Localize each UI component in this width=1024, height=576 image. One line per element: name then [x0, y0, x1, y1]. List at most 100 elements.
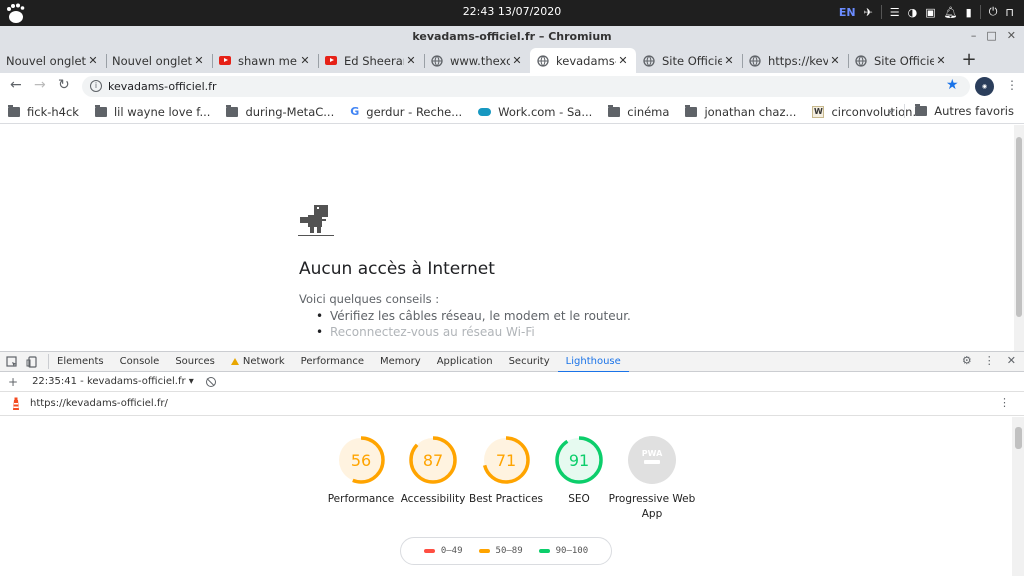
tab-close-icon[interactable]: ✕: [192, 54, 206, 67]
legend-swatch: [478, 549, 490, 553]
gauge-ring: 87: [409, 436, 457, 484]
profile-avatar[interactable]: ◉: [975, 77, 994, 96]
inspect-element-icon[interactable]: [6, 355, 18, 368]
report-url-bar: https://kevadams-officiel.fr/ ⋮: [0, 392, 1024, 416]
tab-close-icon[interactable]: ✕: [298, 54, 312, 67]
report-select[interactable]: 22:35:41 - kevadams-officiel.fr ▾: [32, 376, 194, 387]
other-bookmarks-label: Autres favoris: [934, 104, 1014, 118]
back-arrow-icon[interactable]: ←: [10, 77, 22, 93]
system-top-bar: 22:43 13/07/2020 EN ✈ ☰ ◑ ▣ 🔔︎ ▮ ⏻ ⊓: [0, 0, 1024, 26]
keyboard-layout[interactable]: EN: [839, 6, 856, 19]
notification-bell-icon[interactable]: 🔔︎: [944, 6, 958, 19]
error-tips-list: Vérifiez les câbles réseau, le modem et …: [316, 309, 631, 341]
bookmark-star-icon[interactable]: ★: [946, 77, 959, 93]
bookmark-item[interactable]: lil wayne love f...: [94, 104, 210, 119]
system-tray: EN ✈ ☰ ◑ ▣ 🔔︎ ▮ ⏻ ⊓: [839, 5, 1014, 19]
devtools-tab-lighthouse[interactable]: Lighthouse: [557, 352, 629, 373]
devtools-tab-label: Performance: [300, 355, 365, 367]
tab-close-icon[interactable]: ✕: [828, 54, 842, 67]
browser-tab[interactable]: www.thexc ✕: [424, 48, 530, 73]
battery-icon[interactable]: ▮: [966, 6, 972, 19]
bookmark-label: gerdur - Reche...: [366, 104, 463, 119]
forward-arrow-icon[interactable]: →: [34, 77, 46, 93]
page-scrollbar[interactable]: [1014, 125, 1024, 351]
folder-icon: [685, 104, 698, 117]
power-icon[interactable]: ⏻: [989, 5, 998, 19]
browser-tab[interactable]: Site Officiel ✕: [636, 48, 742, 73]
globe-icon: [430, 54, 444, 68]
folder-icon: [226, 104, 239, 117]
devtools-tab-security[interactable]: Security: [501, 352, 558, 372]
browser-menu-icon[interactable]: ⋮: [1006, 78, 1018, 92]
device-toolbar-icon[interactable]: [26, 355, 38, 368]
folder-icon: [608, 104, 621, 117]
bookmark-item[interactable]: cinéma: [608, 104, 669, 119]
devtools-settings-gear-icon[interactable]: ⚙: [962, 354, 972, 367]
tab-close-icon[interactable]: ✕: [722, 54, 736, 67]
tab-close-icon[interactable]: ✕: [404, 54, 418, 67]
network-off-icon[interactable]: ✈: [864, 6, 873, 19]
browser-tab[interactable]: https://kev ✕: [742, 48, 848, 73]
offline-dino-icon[interactable]: [298, 203, 334, 239]
browser-toolbar: ← → ↻ i kevadams-officiel.fr ★ ◉ ⋮: [0, 73, 1024, 100]
devtools-tab-network[interactable]: Network: [223, 352, 293, 372]
browser-tab[interactable]: Nouvel onglet ✕: [0, 48, 106, 73]
report-menu-icon[interactable]: ⋮: [999, 396, 1010, 409]
clear-reports-icon[interactable]: [205, 376, 216, 387]
page-scrollbar-thumb[interactable]: [1016, 137, 1022, 317]
devtools-tab-application[interactable]: Application: [429, 352, 501, 372]
other-bookmarks[interactable]: Autres favoris: [915, 104, 1014, 118]
youtube-icon: [218, 54, 232, 68]
devtools-tab-console[interactable]: Console: [112, 352, 168, 372]
minimize-icon[interactable]: –: [971, 29, 977, 42]
gauge-ring: 56: [337, 436, 385, 484]
bookmarks-more-chevron[interactable]: »: [887, 104, 894, 118]
tab-close-icon[interactable]: ✕: [510, 54, 524, 67]
devtools-close-icon[interactable]: ✕: [1007, 354, 1016, 367]
new-report-plus-icon[interactable]: +: [8, 375, 18, 389]
tab-title: Nouvel onglet: [112, 53, 192, 68]
reload-icon[interactable]: ↻: [58, 77, 70, 93]
devtools-tab-memory[interactable]: Memory: [372, 352, 429, 372]
page-content: Aucun accès à Internet Voici quelques co…: [0, 125, 1014, 351]
bookmark-item[interactable]: during-MetaC...: [226, 104, 334, 119]
site-info-icon[interactable]: i: [90, 80, 102, 92]
tab-close-icon[interactable]: ✕: [86, 54, 100, 67]
tab-title: https://kev: [768, 53, 828, 68]
browser-tab[interactable]: shawn mendes✕: [212, 48, 318, 73]
pwa-gauge[interactable]: PWA Progressive Web App: [607, 435, 697, 522]
maximize-icon[interactable]: □: [986, 29, 996, 42]
browser-tab[interactable]: Ed Sheeran ✕: [318, 48, 424, 73]
report-url[interactable]: https://kevadams-officiel.fr/: [30, 398, 168, 409]
bookmarks-bar: fick-h4ck lil wayne love f... during-MetaC…: [0, 100, 1024, 124]
address-bar[interactable]: i kevadams-officiel.fr: [82, 76, 970, 97]
close-window-icon[interactable]: ✕: [1007, 29, 1016, 42]
devtools-menu-icon[interactable]: ⋮: [984, 354, 995, 367]
browser-tab[interactable]: kevadams-o✕: [530, 48, 636, 73]
gauge-ring: 91: [555, 436, 603, 484]
bookmark-item[interactable]: jonathan chaz...: [685, 104, 796, 119]
bookmark-item[interactable]: fick-h4ck: [8, 104, 79, 119]
tab-close-icon[interactable]: ✕: [934, 54, 948, 67]
menu-lines-icon[interactable]: ☰: [890, 6, 900, 19]
monitor-icon[interactable]: ▣: [925, 6, 935, 19]
devtools-tab-label: Security: [508, 355, 550, 367]
night-light-icon[interactable]: ◑: [908, 6, 918, 19]
bookmark-item[interactable]: Ggerdur - Reche...: [350, 105, 462, 119]
report-scrollbar-thumb[interactable]: [1015, 427, 1022, 449]
tab-title: Nouvel onglet: [6, 53, 86, 68]
devtools-tab-performance[interactable]: Performance: [293, 352, 372, 372]
bookmark-item[interactable]: Work.com - Sa...: [478, 105, 592, 119]
report-scrollbar[interactable]: [1012, 417, 1024, 576]
devtools-actions: ⚙ ⋮ ✕: [962, 354, 1016, 367]
lock-icon[interactable]: ⊓: [1005, 6, 1014, 19]
score-legend: 0–49 50–89 90–100: [400, 537, 612, 565]
devtools-tab-sources[interactable]: Sources: [167, 352, 223, 372]
legend-swatch: [423, 549, 435, 553]
devtools-tab-elements[interactable]: Elements: [49, 352, 112, 372]
new-tab-plus-icon[interactable]: +: [954, 48, 984, 73]
browser-tab[interactable]: Nouvel onglet ✕: [106, 48, 212, 73]
browser-tab[interactable]: Site Officiel ✕: [848, 48, 954, 73]
lighthouse-logo-icon: [13, 397, 19, 410]
tab-close-icon[interactable]: ✕: [616, 54, 630, 67]
